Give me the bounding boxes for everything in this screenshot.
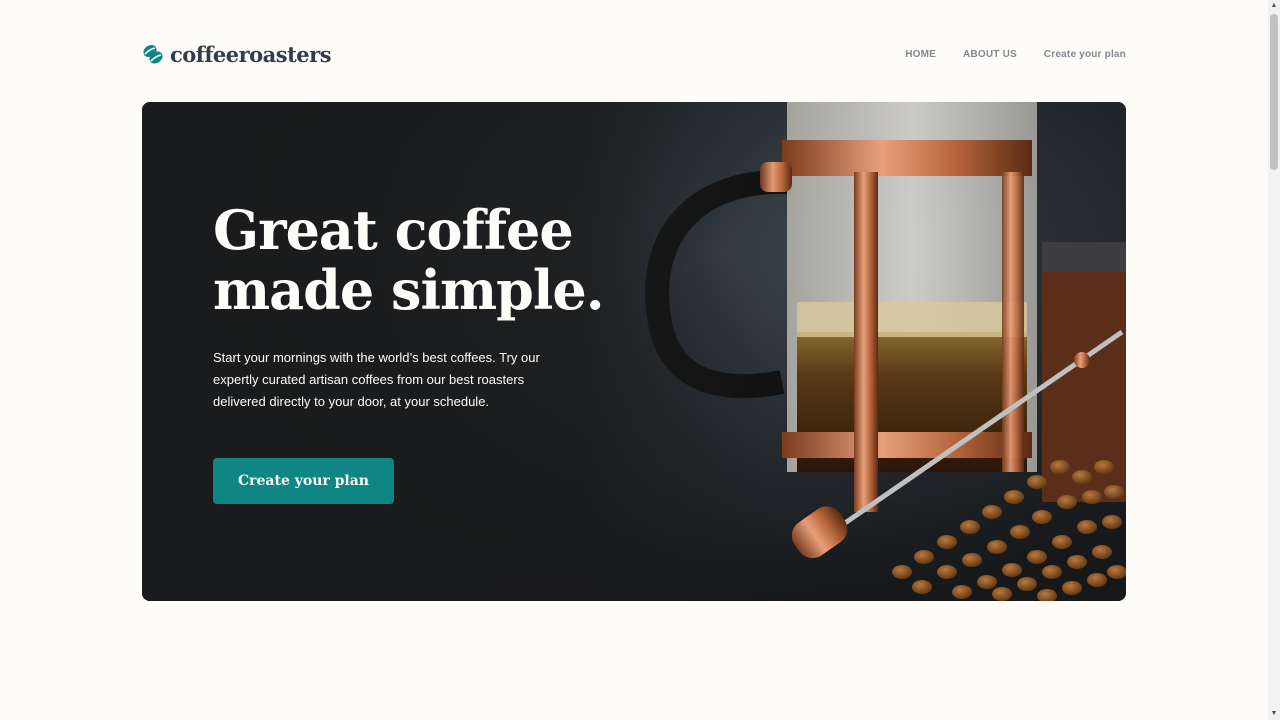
hero-description: Start your mornings with the world’s bes… bbox=[213, 350, 540, 409]
nav-home[interactable]: HOME bbox=[905, 49, 936, 60]
hero-title: Great coffee made simple. bbox=[213, 200, 693, 320]
hero-title-line-1: Great coffee bbox=[213, 198, 574, 262]
hero-section: Great coffee made simple. Start your mor… bbox=[142, 102, 1126, 601]
brand-name: coffeeroasters bbox=[170, 41, 332, 67]
scroll-down-arrow-icon[interactable]: ▼ bbox=[1270, 710, 1278, 718]
page: coffeeroasters HOME ABOUT US Create your… bbox=[0, 0, 1280, 720]
create-plan-button[interactable]: Create your plan bbox=[213, 458, 394, 504]
hero-title-line-2: made simple. bbox=[213, 258, 605, 322]
coffee-bean-icon bbox=[143, 44, 163, 64]
logo-link[interactable]: coffeeroasters bbox=[142, 41, 332, 67]
vertical-scrollbar[interactable]: ▲ ▼ bbox=[1268, 0, 1280, 720]
scroll-up-arrow-icon[interactable]: ▲ bbox=[1270, 2, 1278, 10]
scrollbar-thumb[interactable] bbox=[1270, 14, 1278, 170]
site-header: coffeeroasters HOME ABOUT US Create your… bbox=[142, 38, 1126, 70]
main-nav: HOME ABOUT US Create your plan bbox=[905, 49, 1126, 60]
nav-create-plan[interactable]: Create your plan bbox=[1044, 49, 1126, 60]
nav-about-us[interactable]: ABOUT US bbox=[963, 49, 1017, 60]
